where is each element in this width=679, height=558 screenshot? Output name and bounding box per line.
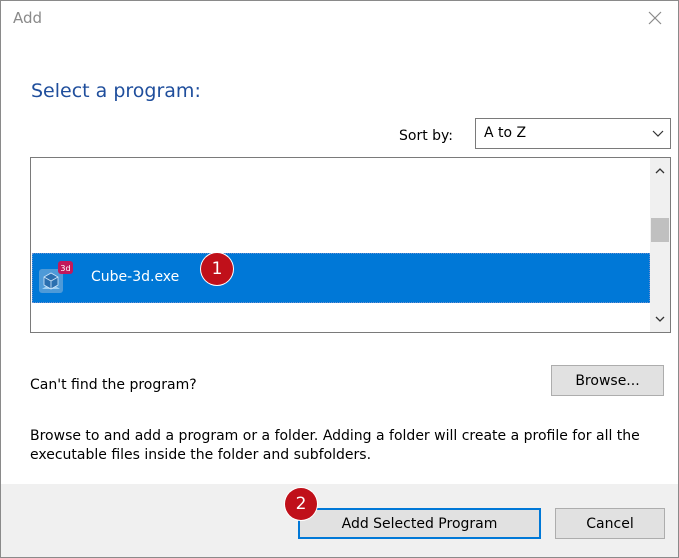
sort-dropdown[interactable]: A to Z	[475, 118, 671, 149]
add-dialog: Add Select a program: Sort by: A to Z 3d…	[0, 0, 679, 558]
svg-text:3d: 3d	[60, 264, 70, 273]
sort-selected-value: A to Z	[484, 125, 527, 141]
program-list[interactable]: 3d Cube-3d.exe	[30, 157, 671, 333]
add-selected-program-button[interactable]: Add Selected Program	[298, 508, 541, 539]
close-button[interactable]	[632, 1, 678, 35]
description-text: Browse to and add a program or a folder.…	[30, 428, 640, 463]
list-item-label: Cube-3d.exe	[91, 269, 180, 285]
step-badge-1: 1	[201, 253, 233, 285]
title-bar: Add	[1, 1, 678, 35]
cube-3d-app-icon: 3d	[39, 261, 73, 293]
window-title: Add	[13, 9, 43, 27]
chevron-down-icon	[655, 316, 665, 322]
step-badge-2: 2	[285, 488, 317, 520]
scroll-thumb[interactable]	[651, 218, 669, 242]
sort-by-label: Sort by:	[399, 128, 454, 144]
list-item[interactable]: 3d Cube-3d.exe	[32, 253, 650, 303]
chevron-up-icon	[655, 168, 665, 174]
list-scrollbar[interactable]	[650, 158, 670, 332]
scroll-down-button[interactable]	[650, 309, 670, 329]
cant-find-label: Can't find the program?	[30, 377, 197, 393]
close-icon	[648, 11, 662, 25]
page-title: Select a program:	[31, 80, 201, 102]
cancel-button[interactable]: Cancel	[555, 508, 665, 539]
chevron-down-icon	[652, 130, 664, 137]
scroll-up-button[interactable]	[650, 161, 670, 181]
browse-button[interactable]: Browse...	[551, 365, 664, 396]
